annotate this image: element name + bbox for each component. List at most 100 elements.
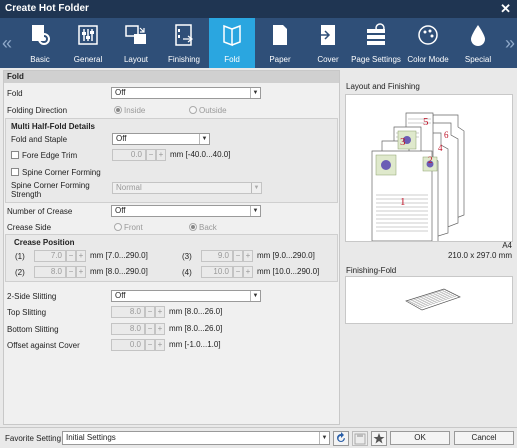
- two-side-slitting-value: Off: [115, 291, 126, 300]
- spine-corner-forming-checkbox[interactable]: [11, 168, 19, 176]
- crease-2-index: (2): [15, 268, 25, 277]
- bottom-slitting-stepper[interactable]: 8.0 − + mm [8.0...26.0]: [111, 323, 271, 335]
- layout-icon: [125, 25, 146, 44]
- chevron-down-icon: ▼: [251, 183, 261, 193]
- favorite-setting-label: Favorite Setting: [5, 434, 62, 443]
- page-settings-icon: [367, 23, 385, 45]
- fold-select[interactable]: Off ▼: [111, 87, 261, 99]
- save-favorite-button[interactable]: [352, 431, 368, 446]
- fold-staple-value: Off: [116, 134, 127, 143]
- radio-inside-label: Inside: [124, 106, 146, 115]
- plus-button[interactable]: +: [76, 250, 86, 262]
- plus-button[interactable]: +: [155, 323, 165, 335]
- drop-icon: [471, 25, 485, 46]
- minus-button[interactable]: −: [66, 266, 76, 278]
- crease-2-value[interactable]: 8.0: [34, 266, 66, 278]
- tab-paper[interactable]: Paper: [257, 18, 303, 68]
- radio-inside[interactable]: [114, 106, 122, 114]
- fore-edge-trim-checkbox[interactable]: [11, 151, 19, 159]
- plus-button[interactable]: +: [156, 149, 166, 161]
- tab-general[interactable]: General: [65, 18, 111, 68]
- spine-strength-select[interactable]: Normal ▼: [112, 182, 262, 194]
- tab-basic[interactable]: Basic: [17, 18, 63, 68]
- two-side-slitting-select[interactable]: Off ▼: [111, 290, 261, 302]
- chevron-down-icon: ▼: [250, 291, 260, 301]
- tab-label: Page Settings: [351, 55, 401, 64]
- fold-staple-select[interactable]: Off ▼: [112, 133, 210, 145]
- paper-dimensions: 210.0 x 297.0 mm: [447, 251, 512, 260]
- crease-2-unit: mm [8.0...290.0]: [90, 267, 148, 276]
- radio-back[interactable]: [189, 223, 197, 231]
- star-add-icon: [373, 433, 385, 444]
- add-favorite-button[interactable]: [371, 431, 387, 446]
- minus-button[interactable]: −: [233, 250, 243, 262]
- page-number: 4: [438, 143, 443, 153]
- fold-preview-image: [405, 288, 461, 311]
- plus-button[interactable]: +: [76, 266, 86, 278]
- number-of-crease-label: Number of Crease: [7, 207, 73, 216]
- minus-button[interactable]: −: [145, 323, 155, 335]
- tab-layout[interactable]: Layout: [113, 18, 159, 68]
- minus-button[interactable]: −: [66, 250, 76, 262]
- layout-finishing-title: Layout and Finishing: [346, 82, 420, 91]
- bottom-slitting-label: Bottom Slitting: [7, 325, 59, 334]
- fold-settings-panel: Fold Fold Off ▼ Folding Direction Inside…: [3, 70, 340, 425]
- number-of-crease-select[interactable]: Off ▼: [111, 205, 261, 217]
- footer-bar: Favorite Setting Initial Settings ▼ OK C…: [0, 427, 517, 448]
- plus-button[interactable]: +: [243, 250, 253, 262]
- crease-2-stepper[interactable]: 8.0 − + mm [8.0...290.0]: [34, 266, 174, 278]
- folding-direction-label: Folding Direction: [7, 106, 68, 115]
- number-of-crease-value: Off: [115, 206, 126, 215]
- minus-button[interactable]: −: [146, 149, 156, 161]
- offset-against-cover-unit: mm [-1.0...1.0]: [169, 340, 221, 349]
- cancel-button[interactable]: Cancel: [454, 431, 514, 445]
- section-header-fold: Fold: [4, 71, 339, 83]
- finishing-icon: [175, 24, 193, 46]
- crease-3-stepper[interactable]: 9.0 − + mm [9.0...290.0]: [201, 250, 338, 262]
- plus-button[interactable]: +: [155, 339, 165, 351]
- crease-1-stepper[interactable]: 7.0 − + mm [7.0...290.0]: [34, 250, 174, 262]
- offset-against-cover-label: Offset against Cover: [7, 341, 80, 350]
- crease-position-group: Crease Position (1) 7.0 − + mm [7.0...29…: [5, 234, 338, 282]
- basic-gear-icon: [32, 25, 50, 45]
- fore-edge-trim-value[interactable]: 0.0: [112, 149, 146, 161]
- tab-fold[interactable]: Fold: [209, 18, 255, 68]
- paper-size: A4: [502, 241, 512, 250]
- crease-4-value[interactable]: 10.0: [201, 266, 233, 278]
- offset-against-cover-value[interactable]: 0.0: [111, 339, 145, 351]
- window-title-bar: Create Hot Folder ✕: [0, 0, 517, 18]
- crease-4-stepper[interactable]: 10.0 − + mm [10.0...290.0]: [201, 266, 338, 278]
- crease-1-value[interactable]: 7.0: [34, 250, 66, 262]
- fore-edge-trim-stepper[interactable]: 0.0 − + mm [-40.0...40.0]: [112, 149, 292, 161]
- fore-edge-trim-unit: mm [-40.0...40.0]: [170, 150, 231, 159]
- layout-preview-image: 5 6 3 4 2 1: [371, 112, 465, 254]
- minus-button[interactable]: −: [145, 306, 155, 318]
- refresh-icon: [337, 432, 345, 442]
- crease-3-value[interactable]: 9.0: [201, 250, 233, 262]
- minus-button[interactable]: −: [233, 266, 243, 278]
- plus-button[interactable]: +: [155, 306, 165, 318]
- close-icon[interactable]: ✕: [500, 0, 511, 18]
- scroll-right-icon[interactable]: »: [503, 18, 517, 68]
- refresh-button[interactable]: [333, 431, 349, 446]
- finishing-fold-title: Finishing-Fold: [346, 266, 397, 275]
- tab-color-mode[interactable]: Color Mode: [405, 18, 451, 68]
- offset-against-cover-stepper[interactable]: 0.0 − + mm [-1.0...1.0]: [111, 339, 271, 351]
- plus-button[interactable]: +: [243, 266, 253, 278]
- tab-page-settings[interactable]: Page Settings: [351, 18, 401, 68]
- tab-special[interactable]: Special: [455, 18, 501, 68]
- layout-preview: 5 6 3 4 2 1: [345, 94, 513, 254]
- top-slitting-value[interactable]: 8.0: [111, 306, 145, 318]
- paper-icon: [273, 25, 287, 45]
- ok-button[interactable]: OK: [390, 431, 450, 445]
- palette-icon: [418, 25, 438, 45]
- tab-cover[interactable]: Cover: [305, 18, 351, 68]
- minus-button[interactable]: −: [145, 339, 155, 351]
- tab-finishing[interactable]: Finishing: [161, 18, 207, 68]
- bottom-slitting-value[interactable]: 8.0: [111, 323, 145, 335]
- top-slitting-stepper[interactable]: 8.0 − + mm [8.0...26.0]: [111, 306, 271, 318]
- page-number: 6: [444, 130, 449, 140]
- radio-front[interactable]: [114, 223, 122, 231]
- radio-outside[interactable]: [189, 106, 197, 114]
- favorite-setting-select[interactable]: Initial Settings ▼: [62, 431, 330, 445]
